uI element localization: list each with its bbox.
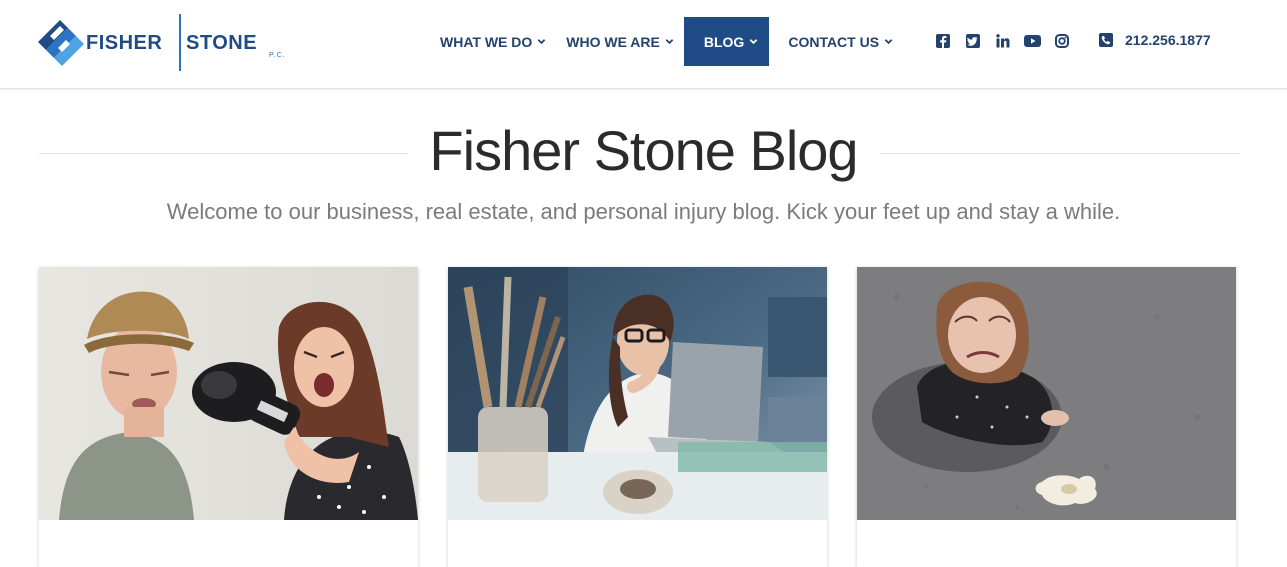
chevron-down-icon xyxy=(750,39,758,45)
nav-item-contact-us[interactable]: CONTACT US xyxy=(769,17,903,66)
nav-item-label: BLOG xyxy=(703,33,745,50)
chevron-down-icon xyxy=(884,39,893,45)
logo-mark-icon xyxy=(38,20,84,66)
main-nav: WHAT WE DO WHO WE ARE BLOG CONTACT US xyxy=(430,17,903,66)
blog-post-card[interactable] xyxy=(448,267,827,567)
youtube-icon[interactable] xyxy=(1024,35,1041,47)
linkedin-icon[interactable] xyxy=(996,34,1010,48)
phone-icon xyxy=(1099,33,1113,47)
chevron-down-icon xyxy=(537,39,546,45)
blog-post-card[interactable] xyxy=(39,267,418,567)
chevron-down-icon xyxy=(665,39,674,45)
nav-item-blog[interactable]: BLOG xyxy=(683,17,770,66)
logo-suffix: P.C. xyxy=(269,52,286,59)
logo-name-left: FISHER xyxy=(86,32,163,54)
woman-crying-over-spilled-milk-photo[interactable] xyxy=(857,267,1236,520)
nav-item-label: WHO WE ARE xyxy=(566,33,660,50)
nav-item-label: WHAT WE DO xyxy=(440,33,533,50)
fisher-stone-logo[interactable]: FISHER STONE P.C. xyxy=(38,14,298,74)
nav-item-what-we-do[interactable]: WHAT WE DO xyxy=(430,17,556,66)
logo-divider xyxy=(179,14,181,71)
couple-boxing-photo[interactable] xyxy=(39,267,418,520)
twitter-icon[interactable] xyxy=(966,34,980,48)
site-header: FISHER STONE P.C. WHAT WE DO WHO WE ARE … xyxy=(0,0,1287,89)
facebook-icon[interactable] xyxy=(936,34,950,48)
woman-thinking-at-laptop-photo[interactable] xyxy=(448,267,827,520)
page-title: Fisher Stone Blog xyxy=(0,118,1287,183)
nav-item-who-we-are[interactable]: WHO WE ARE xyxy=(556,17,684,66)
page-title-text: Fisher Stone Blog xyxy=(407,119,880,182)
page-subtitle: Welcome to our business, real estate, an… xyxy=(166,199,1121,224)
instagram-icon[interactable] xyxy=(1055,34,1069,48)
logo-name-right: STONE xyxy=(186,32,258,54)
blog-post-card[interactable] xyxy=(857,267,1236,567)
phone-number: 212.256.1877 xyxy=(1125,32,1211,48)
phone-link[interactable]: 212.256.1877 xyxy=(1099,32,1211,48)
nav-item-label: CONTACT US xyxy=(788,33,880,50)
